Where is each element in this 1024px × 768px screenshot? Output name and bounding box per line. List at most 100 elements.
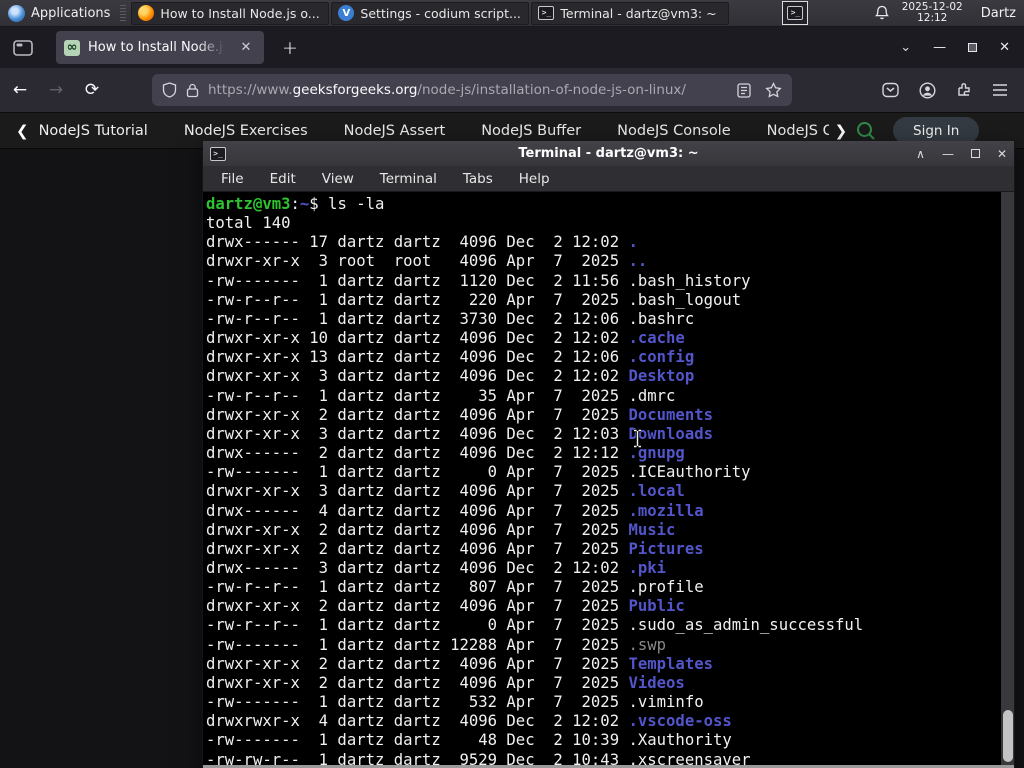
terminal-shade-button[interactable]: ∧	[916, 147, 925, 161]
terminal-line: drwxrwxr-x 4 dartz dartz 4096 Dec 2 12:0…	[206, 712, 732, 731]
desktop: Applications How to Install Node.js o...…	[0, 0, 1024, 768]
url-text: https://www.geeksforgeeks.org/node-js/in…	[208, 82, 728, 98]
terminal-window: >_ Terminal - dartz@vm3: ~ ∧ — ✕ File Edi…	[202, 141, 1015, 768]
gfg-nav-link[interactable]: NodeJS Assert	[344, 123, 446, 139]
terminal-titlebar[interactable]: >_ Terminal - dartz@vm3: ~ ∧ — ✕	[203, 141, 1014, 166]
taskbar-item-label: How to Install Node.js o...	[160, 5, 320, 21]
terminal-line: drwxr-xr-x 2 dartz dartz 4096 Apr 7 2025…	[206, 539, 704, 558]
window-minimize-button[interactable]: —	[933, 40, 946, 55]
new-tab-button[interactable]: +	[276, 34, 304, 62]
terminal-minimize-button[interactable]: —	[942, 147, 954, 161]
tray-terminal-icon[interactable]: >_	[782, 1, 809, 25]
clock-time: 12:12	[917, 12, 948, 24]
reader-mode-icon[interactable]	[737, 82, 751, 98]
terminal-line: -rw------- 1 dartz dartz 48 Dec 2 10:39 …	[206, 731, 732, 750]
terminal-line: drwx------ 2 dartz dartz 4096 Dec 2 12:1…	[206, 444, 685, 463]
terminal-menu-terminal[interactable]: Terminal	[380, 171, 437, 187]
taskbar-item-label: Settings - codium script...	[360, 5, 521, 21]
firefox-icon	[138, 5, 155, 21]
terminal-icon: >_	[538, 6, 555, 20]
taskbar-item-browser[interactable]: How to Install Node.js o...	[131, 1, 330, 25]
panel-clock[interactable]: 2025-12-02 12:12	[902, 2, 963, 24]
terminal-line: drwxr-xr-x 2 dartz dartz 4096 Apr 7 2025…	[206, 405, 713, 424]
terminal-menu-tabs[interactable]: Tabs	[463, 171, 493, 187]
navigation-toolbar: ← → ⟳ https://www.geeksforgeeks.org/node…	[0, 68, 1024, 113]
sign-in-button[interactable]: Sign In	[893, 117, 980, 144]
terminal-line: drwxr-xr-x 3 root root 4096 Apr 7 2025 .…	[206, 252, 648, 271]
terminal-line: -rw-r--r-- 1 dartz dartz 35 Apr 7 2025 .…	[206, 386, 676, 405]
firefox-view-icon	[13, 39, 33, 56]
reload-button[interactable]: ⟳	[76, 74, 108, 106]
extensions-icon[interactable]	[956, 82, 972, 98]
back-button[interactable]: ←	[4, 74, 36, 106]
terminal-line: drwx------ 3 dartz dartz 4096 Dec 2 12:0…	[206, 558, 667, 577]
terminal-line: drwxr-xr-x 13 dartz dartz 4096 Dec 2 12:…	[206, 348, 695, 367]
gfg-nav-links: NodeJS Tutorial NodeJS Exercises NodeJS As…	[39, 123, 829, 139]
terminal-line: drwxr-xr-x 3 dartz dartz 4096 Apr 7 2025…	[206, 482, 685, 501]
terminal-line: -rw-r--r-- 1 dartz dartz 3730 Dec 2 12:0…	[206, 309, 695, 328]
terminal-body[interactable]: dartz@vm3:~$ ls -la total 140 drwx------ 1…	[203, 192, 1014, 768]
terminal-close-button[interactable]: ✕	[997, 147, 1007, 161]
pocket-icon[interactable]	[882, 82, 899, 98]
bookmark-star-icon[interactable]	[765, 82, 782, 98]
terminal-scrollbar-thumb[interactable]	[1002, 710, 1013, 762]
terminal-menu-view[interactable]: View	[322, 171, 354, 187]
hamburger-menu-icon[interactable]	[992, 83, 1008, 97]
terminal-line: drwxr-xr-x 3 dartz dartz 4096 Dec 2 12:0…	[206, 367, 695, 386]
account-icon[interactable]	[919, 81, 936, 99]
terminal-line: -rw------- 1 dartz dartz 1120 Dec 2 11:5…	[206, 271, 751, 290]
terminal-menu-edit[interactable]: Edit	[270, 171, 296, 187]
tab-bar: ∞ How to Install Node.js on ✕ + ⌄ — ✕	[0, 27, 1024, 68]
mouse-ibeam-cursor	[634, 429, 641, 448]
list-all-tabs-chevron-icon[interactable]: ⌄	[900, 40, 911, 55]
geeksforgeeks-favicon: ∞	[64, 39, 80, 56]
terminal-icon: >_	[210, 146, 226, 161]
nav-scroll-left-chevron-icon[interactable]: ❮	[10, 122, 35, 140]
top-panel: Applications How to Install Node.js o...…	[0, 0, 1024, 27]
gfg-nav-link[interactable]: NodeJS Console	[617, 123, 731, 139]
taskbar-item-terminal[interactable]: >_ Terminal - dartz@vm3: ~	[531, 1, 730, 25]
firefox-view-button[interactable]	[8, 35, 38, 61]
terminal-line: drwxr-xr-x 2 dartz dartz 4096 Apr 7 2025…	[206, 654, 713, 673]
terminal-line: -rw-r--r-- 1 dartz dartz 0 Apr 7 2025 .s…	[206, 616, 864, 635]
taskbar-item-codium[interactable]: V Settings - codium script...	[331, 1, 530, 25]
tab-title: How to Install Node.js on	[88, 40, 228, 55]
terminal-title: Terminal - dartz@vm3: ~	[518, 146, 699, 161]
terminal-scrollbar[interactable]	[1001, 192, 1014, 765]
panel-user-menu[interactable]: Dartz	[975, 6, 1016, 21]
shield-icon[interactable]	[162, 82, 177, 98]
applications-menu-icon	[8, 4, 25, 22]
panel-separator	[120, 5, 127, 21]
lock-icon[interactable]	[186, 83, 199, 98]
forward-button[interactable]: →	[40, 74, 72, 106]
terminal-line: drwxr-xr-x 2 dartz dartz 4096 Apr 7 2025…	[206, 673, 685, 692]
applications-menu-button[interactable]: Applications	[0, 0, 118, 26]
terminal-menubar: File Edit View Terminal Tabs Help	[203, 166, 1014, 192]
nav-scroll-right-chevron-icon[interactable]: ❯	[829, 122, 854, 140]
applications-menu-label: Applications	[31, 5, 111, 21]
vscodium-icon: V	[338, 5, 355, 21]
terminal-line: drwxr-xr-x 2 dartz dartz 4096 Apr 7 2025…	[206, 520, 676, 539]
terminal-line: -rw------- 1 dartz dartz 532 Apr 7 2025 …	[206, 693, 704, 712]
url-bar[interactable]: https://www.geeksforgeeks.org/node-js/in…	[152, 74, 792, 106]
terminal-output: dartz@vm3:~$ ls -la total 140 drwx------ 1…	[203, 192, 1014, 768]
tab-active[interactable]: ∞ How to Install Node.js on ✕	[56, 31, 264, 64]
window-maximize-button[interactable]	[968, 43, 978, 52]
terminal-line: drwx------ 17 dartz dartz 4096 Dec 2 12:…	[206, 233, 638, 252]
terminal-maximize-button[interactable]	[970, 149, 980, 158]
terminal-line: dartz@vm3:~$ ls -la	[206, 195, 385, 213]
terminal-line: -rw-r--r-- 1 dartz dartz 220 Apr 7 2025 …	[206, 290, 742, 309]
taskbar-item-label: Terminal - dartz@vm3: ~	[560, 5, 717, 21]
gfg-nav-link[interactable]: NodeJS Crypto	[767, 123, 829, 139]
gfg-nav-link[interactable]: NodeJS Tutorial	[39, 123, 148, 139]
search-icon[interactable]	[855, 120, 877, 142]
tab-close-icon[interactable]: ✕	[236, 38, 256, 58]
gfg-nav-link[interactable]: NodeJS Buffer	[481, 123, 581, 139]
window-close-button[interactable]: ✕	[999, 40, 1010, 55]
terminal-line: drwx------ 4 dartz dartz 4096 Apr 7 2025…	[206, 501, 704, 520]
notification-bell-icon[interactable]	[874, 5, 890, 21]
terminal-menu-file[interactable]: File	[221, 171, 244, 187]
terminal-line: drwxr-xr-x 3 dartz dartz 4096 Dec 2 12:0…	[206, 424, 713, 443]
gfg-nav-link[interactable]: NodeJS Exercises	[184, 123, 308, 139]
terminal-menu-help[interactable]: Help	[519, 171, 550, 187]
